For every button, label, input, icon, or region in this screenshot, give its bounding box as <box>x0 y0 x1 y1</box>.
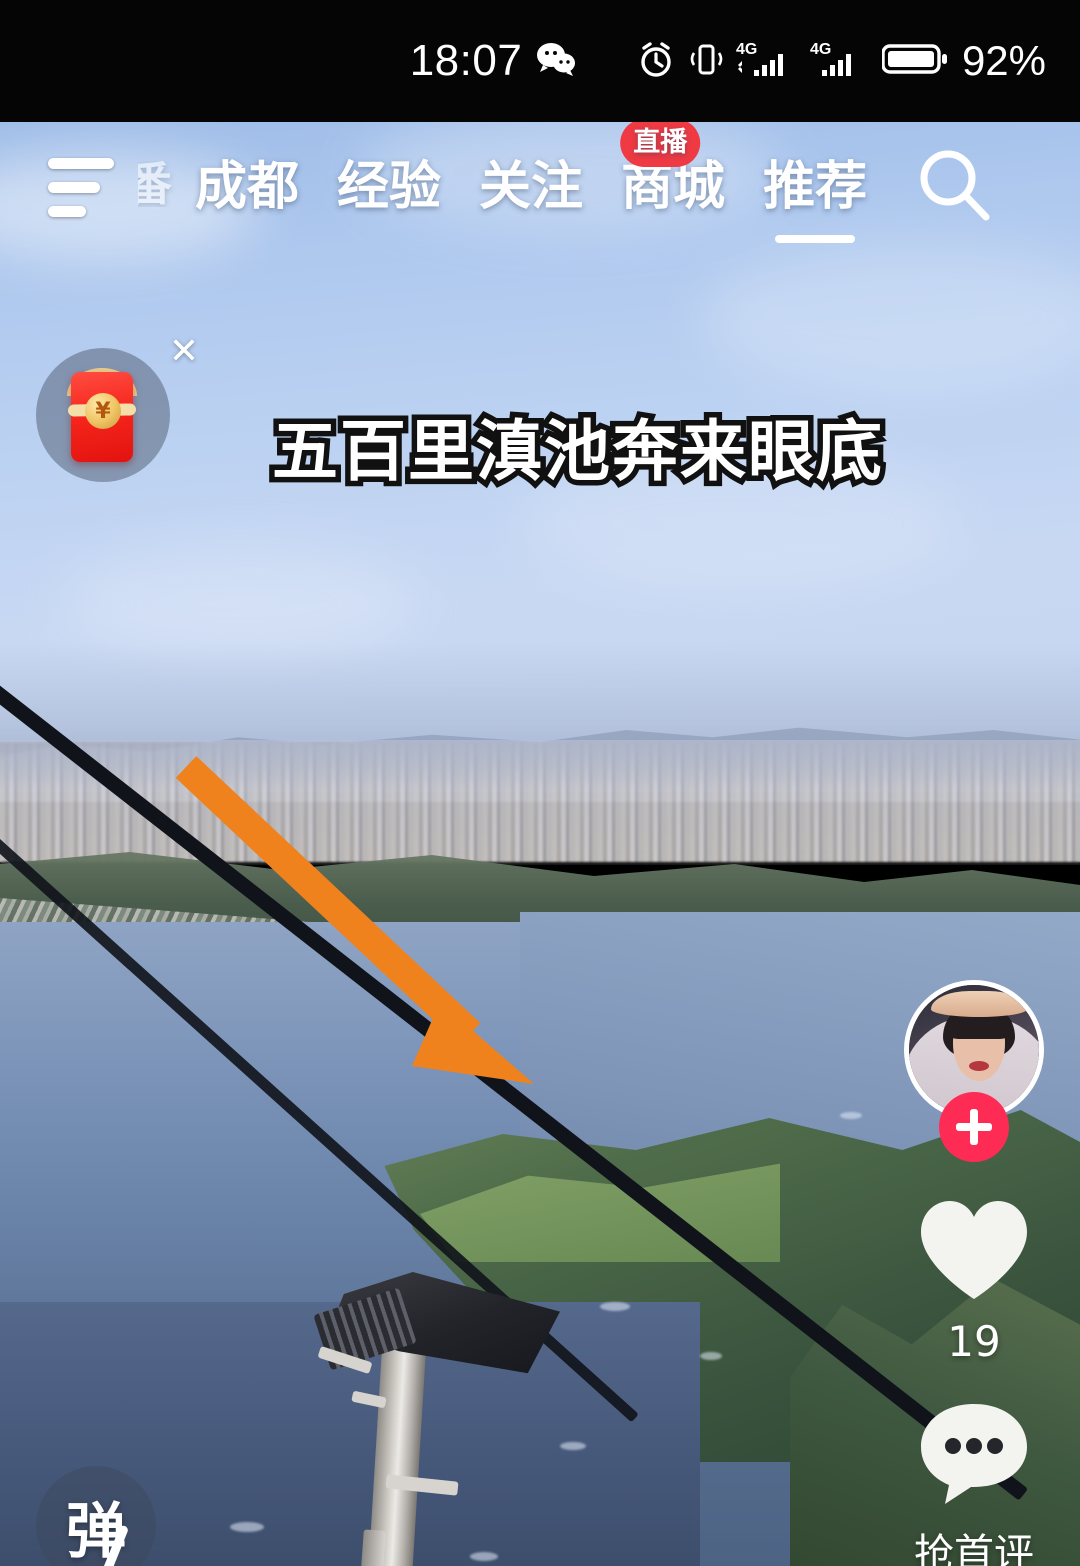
active-tab-underline <box>775 235 856 243</box>
top-navigation-bar: 番 成都 经验 关注 直播 商城 推荐 <box>0 119 1080 252</box>
nav-tab-chengdu[interactable]: 成都 <box>176 161 318 213</box>
nav-tab-jingyan[interactable]: 经验 <box>318 161 460 213</box>
signal-4g-sim1-icon: 4G <box>736 37 800 86</box>
live-badge[interactable]: 直播 <box>620 119 701 167</box>
status-time: 18:07 <box>409 36 523 85</box>
city-blur-overlay <box>0 740 1080 865</box>
water-highlight <box>560 1442 586 1450</box>
water-highlight <box>230 1522 264 1532</box>
comment-label: 抢首评 <box>914 1531 1034 1566</box>
like-button[interactable]: 19 <box>915 1196 1033 1366</box>
like-count: 19 <box>947 1317 1001 1366</box>
svg-text:4G: 4G <box>736 41 757 58</box>
signal-4g-sim2-icon: 4G <box>810 37 872 86</box>
nav-tab-tuijian-label: 推荐 <box>763 157 868 217</box>
hamburger-bar <box>48 181 100 193</box>
yuan-coin-icon: ¥ <box>85 393 121 429</box>
follow-button[interactable] <box>939 1092 1009 1162</box>
nav-tab-list: 番 成都 经验 关注 直播 商城 推荐 <box>138 119 886 243</box>
creator-avatar-group[interactable] <box>904 980 1044 1162</box>
status-bar-center: 18:07 <box>410 36 577 86</box>
hamburger-bar <box>48 157 114 169</box>
wechat-icon <box>536 41 576 82</box>
svg-text:4G: 4G <box>810 41 831 58</box>
nav-tab-guanzhu[interactable]: 关注 <box>460 161 602 213</box>
video-caption-text: 五百里滇池奔来眼底 <box>267 408 888 496</box>
phone-screen: 18:07 4G 4G 92% 番 成都 经验 关注 直播 商城 推荐 ¥ ✕ … <box>0 0 1080 1566</box>
water-highlight <box>840 1112 862 1119</box>
status-bar: 18:07 4G 4G 92% <box>0 0 1080 122</box>
water-highlight <box>600 1302 630 1311</box>
search-icon[interactable] <box>912 144 998 230</box>
red-envelope-widget[interactable]: ¥ <box>36 348 170 482</box>
video-action-rail: 19 抢首评 <box>894 980 1054 1566</box>
heart-icon <box>915 1196 1033 1309</box>
hamburger-bar <box>48 205 86 217</box>
vibrate-icon <box>686 38 726 85</box>
battery-percent: 92% <box>961 37 1047 84</box>
alarm-icon <box>636 38 676 85</box>
hamburger-menu-icon[interactable] <box>48 157 124 217</box>
plus-icon <box>956 1109 992 1145</box>
nav-tab-shangcheng[interactable]: 直播 商城 <box>602 119 744 213</box>
close-icon[interactable]: ✕ <box>162 330 206 374</box>
battery-icon <box>881 39 948 84</box>
avatar-lips <box>969 1061 989 1071</box>
status-bar-right: 4G 4G 92% <box>606 37 1080 86</box>
comment-bubble-icon <box>915 1400 1033 1513</box>
water-highlight <box>470 1552 498 1561</box>
nav-tab-tuijian[interactable]: 推荐 <box>744 161 886 243</box>
water-highlight <box>700 1352 722 1360</box>
nav-tab-clipped[interactable]: 番 <box>138 161 176 207</box>
comment-button[interactable]: 抢首评 <box>914 1400 1034 1566</box>
avatar-hands <box>931 991 1027 1017</box>
